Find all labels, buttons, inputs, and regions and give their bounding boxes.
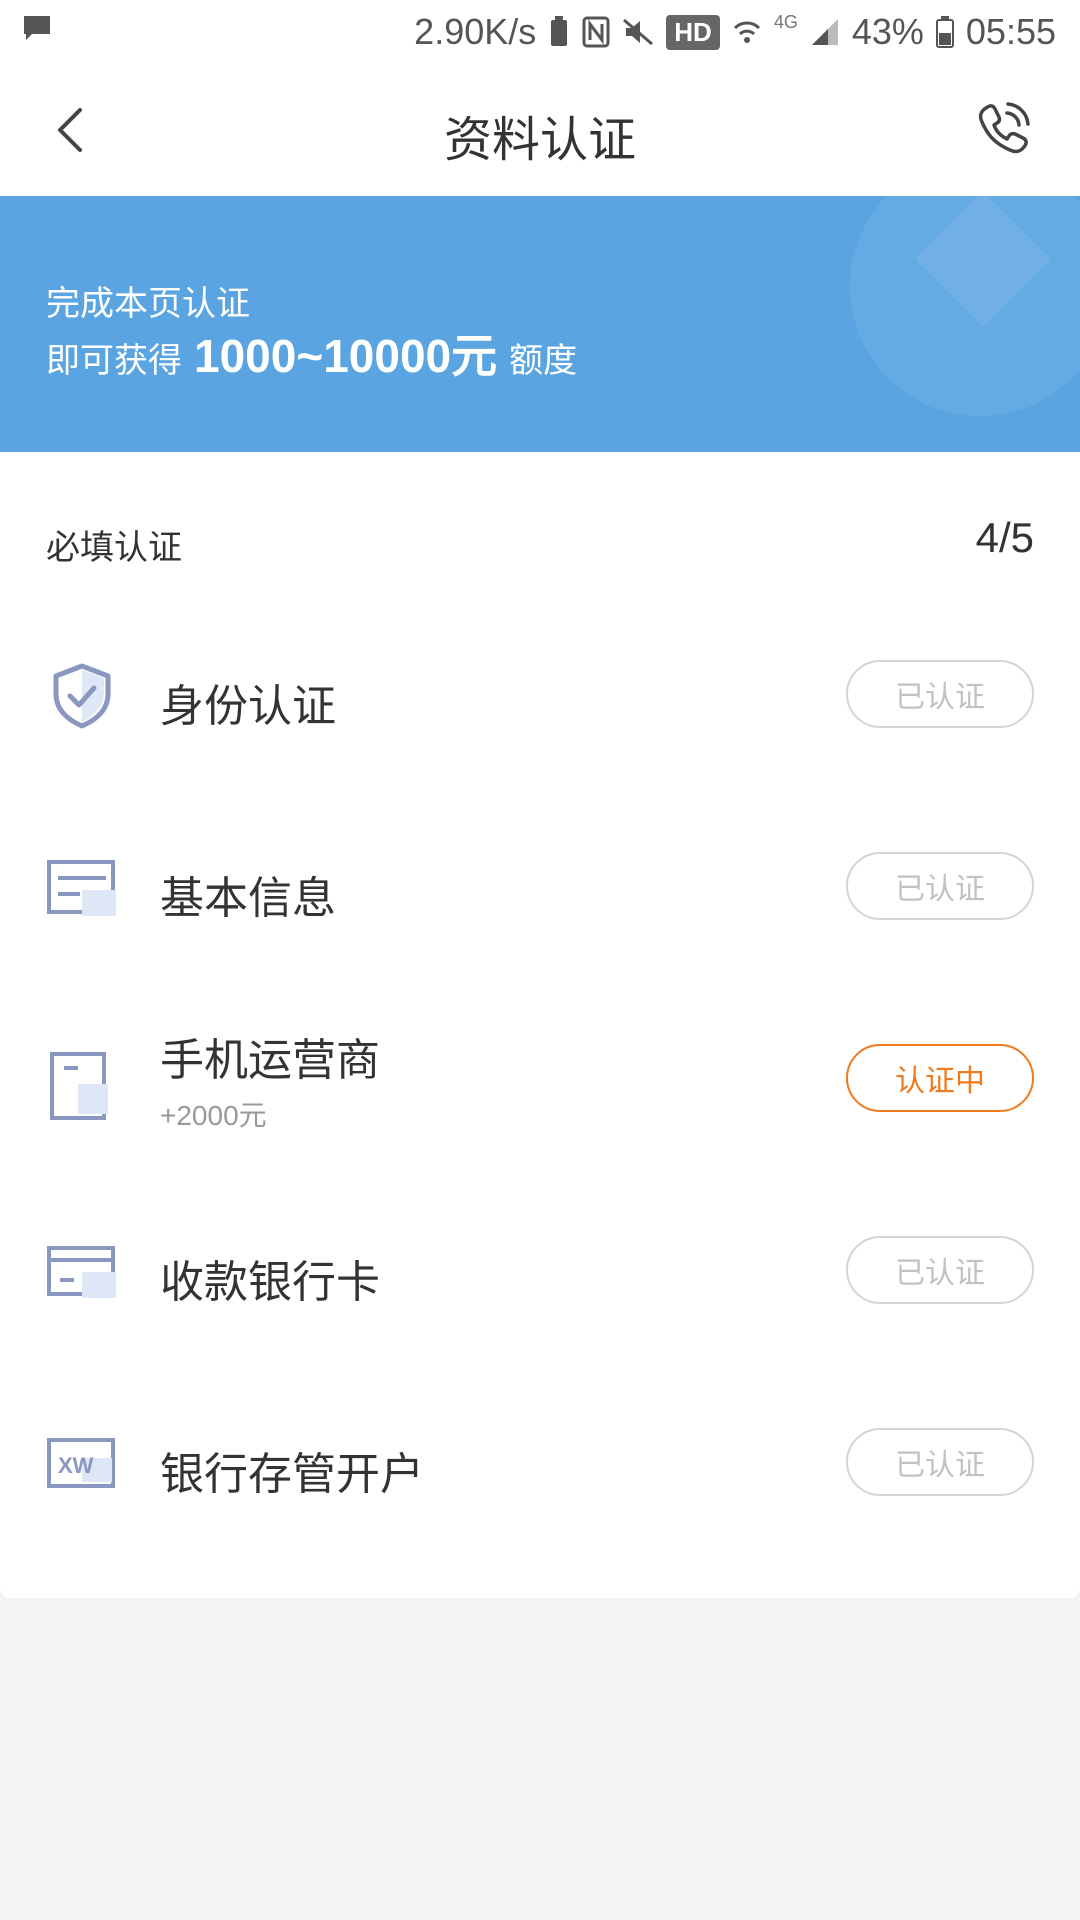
title-bar: 资料认证 [0, 64, 1080, 197]
nfc-icon [582, 16, 610, 48]
item-title: 基本信息 [160, 873, 336, 924]
bank-card-icon [46, 1236, 118, 1308]
status-badge[interactable]: 已认证 [846, 1428, 1034, 1496]
status-badge-active[interactable]: 认证中 [846, 1044, 1034, 1112]
svg-text:XW: XW [58, 1453, 94, 1478]
section-label: 必填认证 [46, 528, 182, 568]
network-type: 4G [773, 11, 798, 32]
banner-prefix: 即可获得 [46, 341, 182, 381]
list-item-bank-card[interactable]: 收款银行卡 已认证 [0, 1196, 1080, 1346]
item-title: 手机运营商 [160, 1035, 380, 1086]
banner-suffix: 额度 [509, 341, 578, 381]
item-title: 身份认证 [160, 681, 336, 732]
mute-icon [622, 16, 654, 48]
signal-icon [810, 17, 840, 47]
battery-percent: 43% [851, 11, 924, 52]
message-icon [22, 14, 52, 46]
battery-icon [935, 16, 954, 48]
customer-service-button[interactable] [972, 96, 1036, 160]
shield-check-icon [46, 660, 118, 732]
info-card-icon [46, 852, 118, 924]
phone-operator-icon [46, 1050, 118, 1122]
page-title: 资料认证 [443, 112, 636, 168]
banner-credit-line: 即可获得 1000~10000元 额度 [46, 320, 577, 386]
promo-banner: 完成本页认证 即可获得 1000~10000元 额度 [0, 196, 1080, 452]
verification-card: 必填认证 4/5 身份认证 已认证 基本信息 已认证 手机运营商 +2000元 … [0, 452, 1080, 1598]
banner-amount: 1000~10000元 [194, 330, 498, 382]
status-badge[interactable]: 已认证 [846, 852, 1034, 920]
status-bar: 2.90K/s HD 4G 43% 05:55 [0, 0, 1080, 64]
item-title: 收款银行卡 [160, 1257, 380, 1308]
item-title: 银行存管开户 [160, 1449, 424, 1500]
wifi-icon [732, 16, 762, 48]
list-item-identity[interactable]: 身份认证 已认证 [0, 620, 1080, 770]
phone-call-icon [978, 102, 1030, 154]
status-badge[interactable]: 已认证 [846, 660, 1034, 728]
status-badge[interactable]: 已认证 [846, 1236, 1034, 1304]
hd-badge: HD [666, 14, 720, 50]
banner-headline: 完成本页认证 [46, 284, 250, 324]
xw-bank-icon: XW [46, 1428, 118, 1500]
battery-saver-icon [548, 16, 570, 48]
item-bonus: +2000元 [160, 1100, 267, 1131]
list-item-basic-info[interactable]: 基本信息 已认证 [0, 812, 1080, 962]
clock: 05:55 [965, 11, 1056, 52]
network-speed: 2.90K/s [414, 11, 537, 52]
section-progress: 4/5 [975, 514, 1034, 561]
list-item-phone-operator[interactable]: 手机运营商 +2000元 认证中 [0, 1004, 1080, 1154]
list-item-bank-custody[interactable]: XW 银行存管开户 已认证 [0, 1388, 1080, 1538]
